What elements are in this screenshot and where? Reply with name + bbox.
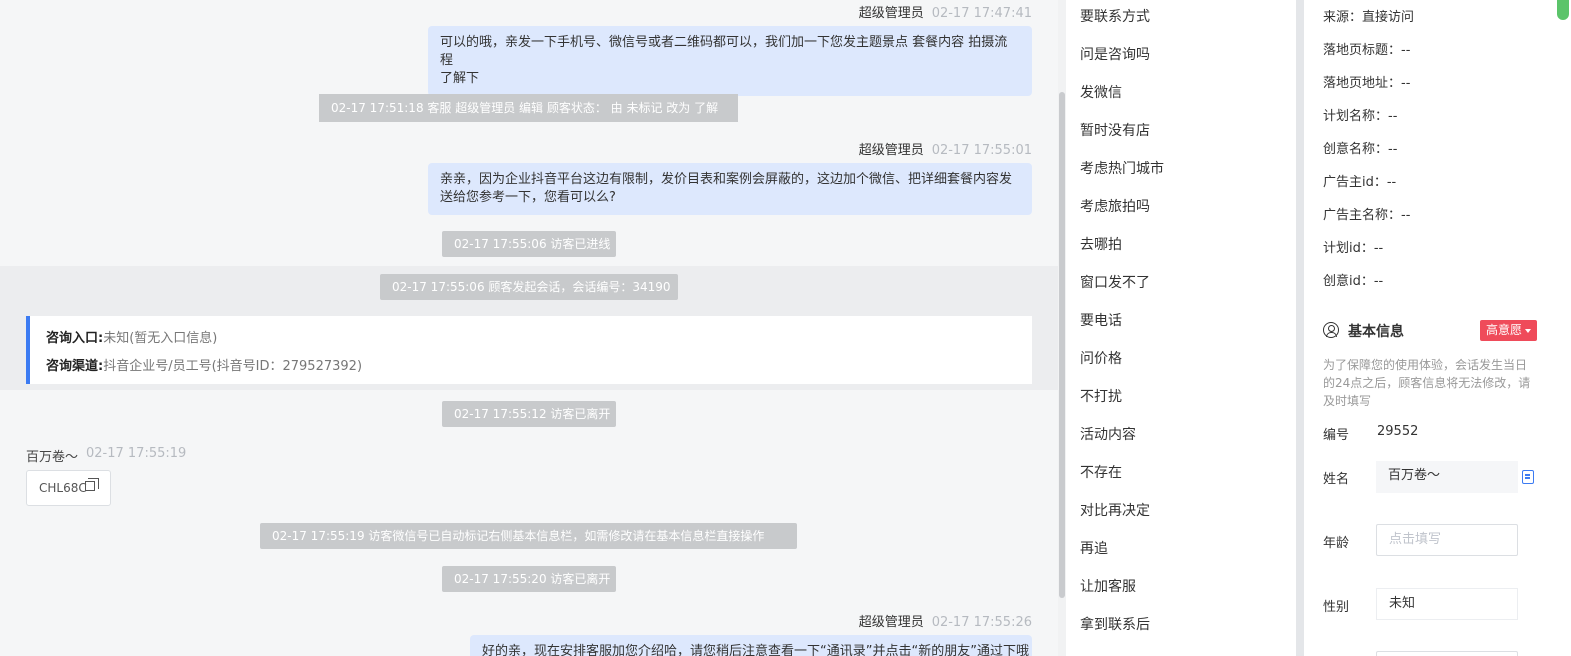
message-text-line: 亲亲，因为企业抖音平台这边有限制，发价目表和案例会屏蔽的，这边加个微信、把详细套… [440, 172, 1013, 187]
scrollbar-thumb[interactable] [1059, 92, 1065, 598]
landing-title-field: 落地页标题：-- [1323, 43, 1411, 58]
message-time: 02-17 17:55:01 [931, 143, 1032, 158]
user-circle-icon [1323, 322, 1339, 338]
source-field: 来源：直接访问 [1323, 10, 1415, 25]
sender-name: 超级管理员 [858, 143, 924, 158]
system-notice: 02-17 17:55:12 访客已离开 [442, 401, 616, 427]
advertiser-name-field: 广告主名称：-- [1323, 208, 1411, 223]
section-title: 基本信息 [1348, 324, 1404, 340]
wechat-id: CHL68C [39, 481, 87, 495]
visitor-wechat-bubble[interactable]: CHL68C [26, 470, 111, 506]
quick-tag[interactable]: 不存在 [1080, 462, 1122, 482]
quick-tag[interactable]: 对比再决定 [1080, 500, 1150, 520]
id-value: 29552 [1377, 424, 1419, 439]
system-notice: 02-17 17:55:06 顾客发起会话，会话编号：34190 [380, 274, 678, 300]
age-label: 年龄 [1323, 536, 1350, 551]
quick-tag[interactable]: 要电话 [1080, 310, 1122, 330]
intent-badge-label: 高意愿 [1485, 323, 1522, 337]
message-meta: 超级管理员 02-17 17:55:01 [859, 139, 1032, 158]
customer-info-panel: 来源：直接访问 落地页标题：-- 落地页地址：-- 计划名称：-- 创意名称：-… [1304, 0, 1549, 656]
sender-name: 超级管理员 [858, 615, 924, 630]
system-notice: 02-17 17:51:18 客服 超级管理员 编辑 顾客状态： 由 未标记 改… [319, 94, 738, 122]
status-indicator [1557, 0, 1569, 20]
quick-tag[interactable]: 拿到联系后 [1080, 614, 1150, 634]
panel-divider [1296, 0, 1304, 656]
agent-message-bubble: 亲亲，因为企业抖音平台这边有限制，发价目表和案例会屏蔽的，这边加个微信、把详细套… [428, 163, 1032, 215]
sender-name: 超级管理员 [858, 6, 924, 21]
creative-name-field: 创意名称：-- [1323, 142, 1398, 157]
edit-icon[interactable] [1522, 470, 1534, 484]
consult-entry-card: 咨询入口:未知(暂无入口信息) 咨询渠道:抖音企业号/员工号(抖音号ID：279… [26, 316, 1032, 384]
copy-icon[interactable] [85, 478, 99, 491]
intent-badge-dropdown[interactable]: 高意愿 [1479, 320, 1537, 341]
plan-id-field: 计划id：-- [1323, 241, 1384, 256]
next-field-input[interactable] [1376, 651, 1518, 656]
entry-row: 咨询入口:未知(暂无入口信息) [46, 327, 217, 346]
quick-tag[interactable]: 发微信 [1080, 82, 1122, 102]
quick-tag[interactable]: 去哪拍 [1080, 234, 1122, 254]
message-text-line: 了解下 [440, 71, 480, 86]
message-time: 02-17 17:55:26 [931, 615, 1032, 630]
message-meta: 超级管理员 02-17 17:55:26 [859, 611, 1032, 630]
quick-tag[interactable]: 活动内容 [1080, 424, 1136, 444]
quick-tag[interactable]: 问价格 [1080, 348, 1122, 368]
right-edge-strip [1549, 0, 1571, 656]
sex-label: 性别 [1323, 600, 1350, 615]
quick-tag[interactable]: 再追 [1080, 538, 1108, 558]
age-input[interactable]: 点击填写 [1376, 524, 1518, 556]
quick-tag[interactable]: 考虑旅拍吗 [1080, 196, 1150, 216]
quick-tag[interactable]: 不打扰 [1080, 386, 1122, 406]
name-label: 姓名 [1323, 472, 1350, 487]
quick-tag-list: 要联系方式 问是咨询吗 发微信 暂时没有店 考虑热门城市 考虑旅拍吗 去哪拍 窗… [1066, 0, 1296, 656]
visitor-message-time: 02-17 17:55:19 [86, 446, 187, 461]
quick-tag[interactable]: 窗口发不了 [1080, 272, 1150, 292]
channel-label: 咨询渠道: [46, 359, 104, 374]
message-text-line: 好的亲，现在安排客服加您介绍哈，请您稍后注意查看一下“通讯录”并点击“新的朋友”… [482, 644, 1029, 656]
quick-tag[interactable]: 暂时没有店 [1080, 120, 1150, 140]
edit-notice: 为了保障您的使用体验，会话发生当日的24点之后，顾客信息将无法修改，请及时填写 [1323, 358, 1531, 408]
chat-panel: 超级管理员 02-17 17:47:41 可以的哦，亲发一下手机号、微信号或者二维… [0, 0, 1058, 656]
quick-tag[interactable]: 考虑热门城市 [1080, 158, 1164, 178]
entry-label: 咨询入口: [46, 331, 104, 346]
message-text-line: 可以的哦，亲发一下手机号、微信号或者二维码都可以，我们加一下您发主题景点 套餐内… [440, 35, 1008, 68]
channel-row: 咨询渠道:抖音企业号/员工号(抖音号ID：279527392) [46, 355, 362, 374]
message-time: 02-17 17:47:41 [931, 6, 1032, 21]
agent-message-bubble: 可以的哦，亲发一下手机号、微信号或者二维码都可以，我们加一下您发主题景点 套餐内… [428, 26, 1032, 96]
channel-value: 抖音企业号/员工号(抖音号ID：279527392) [103, 359, 363, 374]
quick-tag[interactable]: 问是咨询吗 [1080, 44, 1150, 64]
sex-select[interactable]: 未知 [1376, 588, 1518, 620]
creative-id-field: 创意id：-- [1323, 274, 1384, 289]
agent-message-bubble: 好的亲，现在安排客服加您介绍哈，请您稍后注意查看一下“通讯录”并点击“新的朋友”… [470, 635, 1032, 656]
quick-tag[interactable]: 要联系方式 [1080, 6, 1150, 26]
visitor-name: 百万卷～ [26, 450, 79, 465]
message-meta: 超级管理员 02-17 17:47:41 [859, 2, 1032, 21]
system-notice: 02-17 17:55:19 访客微信号已自动标记右侧基本信息栏，如需修改请在基… [260, 523, 797, 549]
quick-tag[interactable]: 让加客服 [1080, 576, 1136, 596]
advertiser-id-field: 广告主id：-- [1323, 175, 1397, 190]
basic-info-header: 基本信息 高意愿 [1323, 320, 1537, 342]
system-notice: 02-17 17:55:06 访客已进线 [442, 231, 616, 257]
system-notice: 02-17 17:55:20 访客已离开 [442, 566, 616, 592]
chat-scrollbar[interactable] [1058, 0, 1066, 656]
landing-url-field: 落地页地址：-- [1323, 76, 1411, 91]
message-text-line: 送给您参考一下，您看可以么? [440, 190, 616, 205]
id-label: 编号 [1323, 428, 1350, 443]
caret-down-icon [1525, 328, 1531, 333]
plan-name-field: 计划名称：-- [1323, 109, 1398, 124]
name-field[interactable]: 百万卷～ [1376, 461, 1518, 493]
entry-value: 未知(暂无入口信息) [103, 331, 218, 346]
